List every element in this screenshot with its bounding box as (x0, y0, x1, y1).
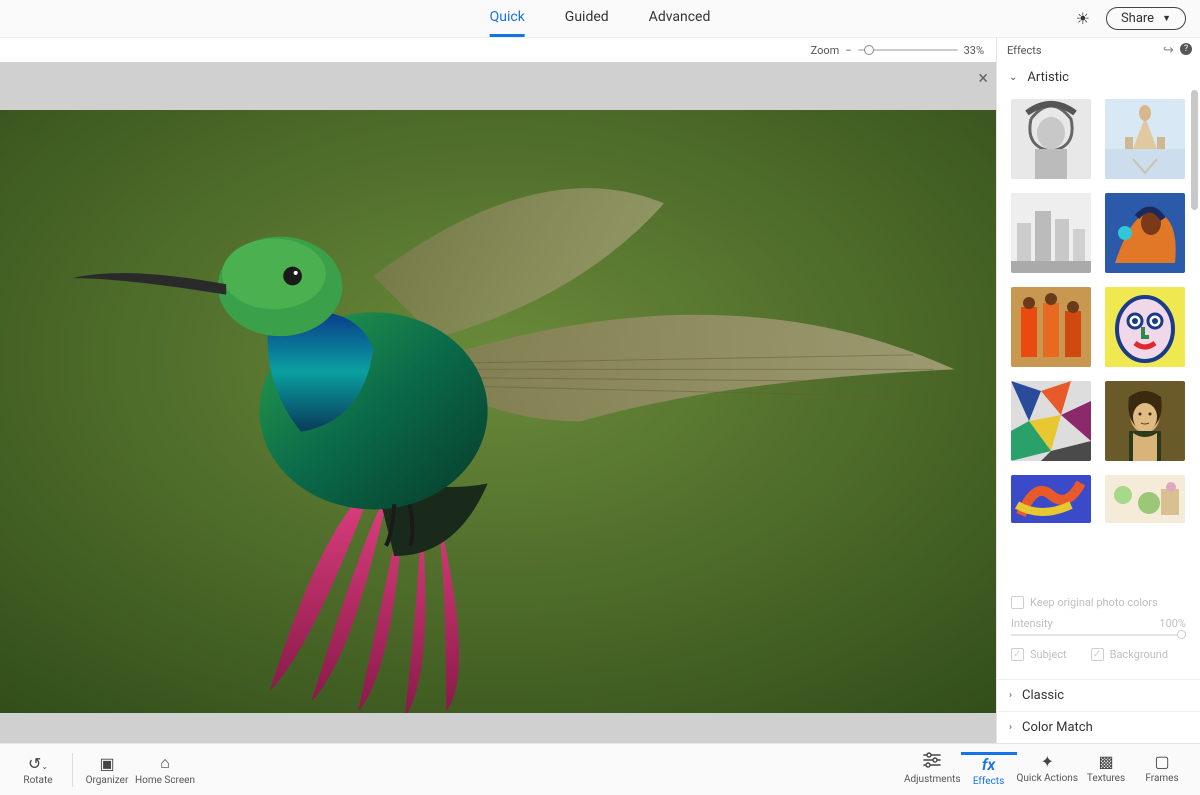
brightness-icon[interactable]: ☀ (1076, 9, 1090, 28)
effect-thumb-sketch-portrait[interactable] (1011, 99, 1091, 179)
checkbox-icon[interactable] (1011, 596, 1024, 609)
canvas-wrapper: × (0, 62, 996, 743)
section-artistic-label: Artistic (1027, 70, 1069, 85)
zoom-slider-thumb[interactable] (864, 45, 874, 55)
header-bar: Quick Guided Advanced ☀ Share ▼ (0, 0, 1200, 38)
panel-controls: Keep original photo colors Intensity 100… (997, 586, 1200, 679)
effect-thumb-watercolor-building[interactable] (1105, 99, 1185, 179)
tool-rotate[interactable]: ↺⌄ Rotate (10, 744, 66, 795)
effect-thumb-mona-lisa[interactable] (1105, 381, 1185, 461)
section-color-match[interactable]: › Color Match (997, 711, 1200, 743)
checkbox-icon[interactable]: ✓ (1011, 648, 1024, 661)
share-button[interactable]: Share ▼ (1106, 7, 1186, 30)
tool-textures[interactable]: ▩ Textures (1078, 752, 1134, 784)
rotate-icon: ↺⌄ (28, 754, 48, 773)
organizer-icon: ▣ (99, 754, 114, 773)
sub-bar: Zoom − 33% Effects ↩ ? (0, 38, 1200, 62)
intensity-row: Intensity 100% (1011, 617, 1186, 630)
effect-thumb-abstract-face[interactable] (1105, 287, 1185, 367)
effect-thumb-cubist[interactable] (1011, 381, 1091, 461)
effect-thumb-vibrant-abstract[interactable] (1011, 475, 1091, 523)
zoom-label: Zoom (811, 44, 840, 57)
subject-checkbox[interactable]: ✓Subject (1011, 648, 1067, 661)
tool-adjustments[interactable]: Adjustments (904, 752, 961, 785)
hummingbird-image (0, 110, 996, 713)
tool-quick-actions[interactable]: ✦ Quick Actions (1017, 752, 1078, 784)
chevron-down-icon: ⌄ (1009, 72, 1017, 83)
effect-thumb-pastel-scene[interactable] (1105, 475, 1185, 523)
home-icon: ⌂ (160, 753, 170, 773)
tab-guided[interactable]: Guided (565, 0, 609, 37)
effects-panel: ⌄ Artistic (996, 62, 1200, 743)
effect-thumb-figures-orange[interactable] (1011, 287, 1091, 367)
chevron-right-icon: › (1009, 690, 1012, 701)
intensity-label: Intensity (1011, 617, 1053, 630)
keep-colors-row[interactable]: Keep original photo colors (1011, 596, 1186, 609)
section-color-match-label: Color Match (1022, 720, 1093, 735)
frames-icon: ▢ (1154, 752, 1169, 771)
tab-advanced[interactable]: Advanced (649, 0, 711, 37)
bottom-toolbar: ↺⌄ Rotate ▣ Organizer ⌂ Home Screen Adju… (0, 743, 1200, 795)
separator (72, 753, 73, 787)
chevron-down-icon: ▼ (1162, 13, 1171, 24)
reset-icon[interactable]: ↩ (1163, 43, 1174, 58)
subject-background-row: ✓Subject ✓Background (1011, 648, 1186, 669)
mode-tabs: Quick Guided Advanced (490, 0, 711, 37)
main-area: × (0, 62, 1200, 743)
artistic-thumbnails (997, 93, 1200, 529)
panel-scrollbar[interactable] (1191, 90, 1198, 210)
section-classic-label: Classic (1022, 688, 1064, 703)
help-icon[interactable]: ? (1180, 43, 1192, 55)
zoom-controls: Zoom − 33% (811, 44, 996, 57)
tool-home[interactable]: ⌂ Home Screen (135, 744, 195, 795)
zoom-out-icon[interactable]: − (845, 44, 851, 57)
checkbox-icon[interactable]: ✓ (1091, 648, 1104, 661)
zoom-slider[interactable] (858, 49, 958, 51)
tool-frames[interactable]: ▢ Frames (1134, 752, 1190, 784)
fx-icon: fx (982, 755, 995, 774)
intensity-slider[interactable] (1011, 634, 1186, 636)
sparkle-icon: ✦ (1041, 752, 1054, 771)
close-icon[interactable]: × (978, 68, 988, 89)
header-right: ☀ Share ▼ (1076, 7, 1186, 30)
section-artistic[interactable]: ⌄ Artistic (997, 62, 1200, 93)
effect-thumb-bold-paint[interactable] (1105, 193, 1185, 273)
chevron-right-icon: › (1009, 722, 1012, 733)
image-canvas[interactable] (0, 110, 996, 713)
textures-icon: ▩ (1098, 752, 1113, 771)
section-classic[interactable]: › Classic (997, 679, 1200, 711)
tool-effects[interactable]: fx Effects (961, 752, 1017, 787)
keep-colors-label: Keep original photo colors (1030, 596, 1158, 609)
background-checkbox[interactable]: ✓Background (1091, 648, 1168, 661)
effect-thumb-city-sketch[interactable] (1011, 193, 1091, 273)
intensity-value: 100% (1159, 617, 1186, 630)
zoom-value: 33% (964, 44, 984, 57)
panel-title: Effects (1007, 44, 1042, 57)
tab-quick[interactable]: Quick (490, 0, 525, 37)
tool-organizer[interactable]: ▣ Organizer (79, 744, 135, 795)
intensity-slider-thumb[interactable] (1177, 630, 1186, 639)
bottom-right-tools: Adjustments fx Effects ✦ Quick Actions ▩… (904, 752, 1190, 787)
panel-title-bar: Effects ↩ ? (996, 38, 1200, 62)
share-label: Share (1121, 11, 1154, 26)
sliders-icon (923, 752, 941, 772)
